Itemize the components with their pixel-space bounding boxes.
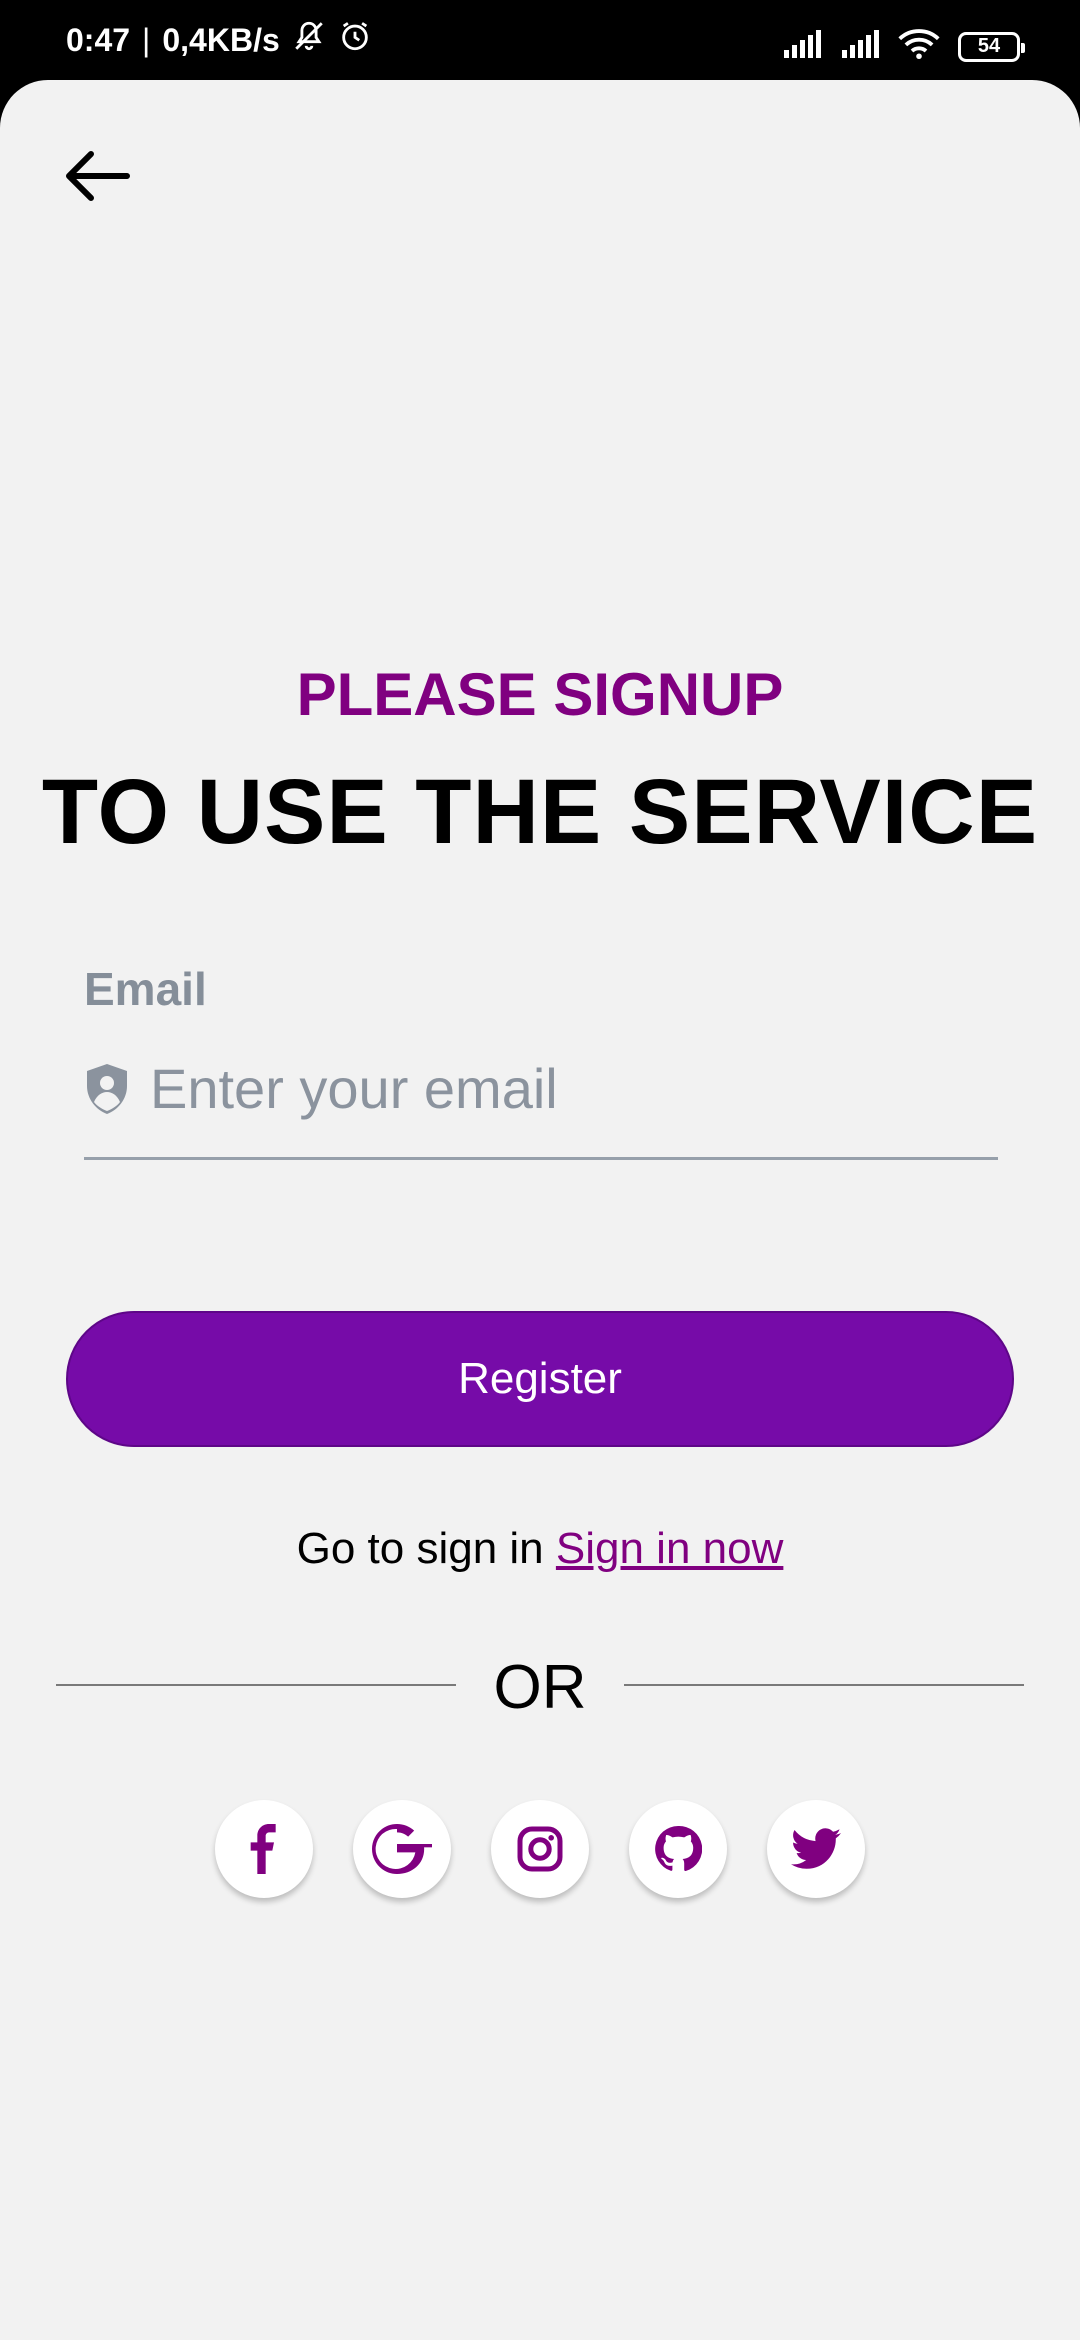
register-button[interactable]: Register [66, 1311, 1014, 1447]
battery-level: 54 [977, 35, 1001, 57]
instagram-icon [517, 1826, 563, 1872]
divider-line-right [624, 1684, 1024, 1686]
alarm-icon [338, 19, 372, 61]
email-label: Email [84, 963, 207, 1015]
social-login-row [0, 1800, 1080, 1898]
status-right: 54 [782, 28, 1025, 65]
signin-link[interactable]: Sign in now [556, 1524, 783, 1573]
google-icon [372, 1824, 432, 1874]
wifi-icon [898, 28, 940, 65]
status-separator: | [142, 21, 151, 58]
page-subtitle: PLEASE SIGNUP [296, 661, 784, 728]
twitter-button[interactable] [767, 1800, 865, 1898]
github-icon [655, 1825, 702, 1872]
network-speed: 0,4KB/s [162, 21, 280, 58]
or-divider-text: OR [493, 1653, 587, 1722]
google-button[interactable] [353, 1800, 451, 1898]
status-left: 0:47 | 0,4KB/s [66, 0, 372, 90]
instagram-button[interactable] [491, 1800, 589, 1898]
signin-row: Go to sign in Sign in now [0, 1524, 1080, 1574]
arrow-left-icon [66, 151, 130, 201]
page-title: TO USE THE SERVICE [41, 761, 1039, 863]
shield-user-icon [84, 1061, 132, 1117]
email-field[interactable] [84, 1040, 998, 1160]
status-bar: 0:47 | 0,4KB/s 54 [0, 0, 1080, 80]
signal-icon [782, 30, 822, 63]
battery-icon: 54 [958, 31, 1025, 62]
mute-icon [292, 19, 326, 61]
back-button[interactable] [60, 140, 132, 212]
github-button[interactable] [629, 1800, 727, 1898]
email-input[interactable] [148, 1055, 972, 1122]
status-time: 0:47 [66, 21, 131, 58]
facebook-button[interactable] [215, 1800, 313, 1898]
facebook-icon [250, 1824, 276, 1874]
signal-icon [840, 30, 880, 63]
signin-prompt: Go to sign in [296, 1524, 544, 1573]
signup-screen [0, 80, 1080, 2340]
twitter-icon [791, 1828, 841, 1869]
